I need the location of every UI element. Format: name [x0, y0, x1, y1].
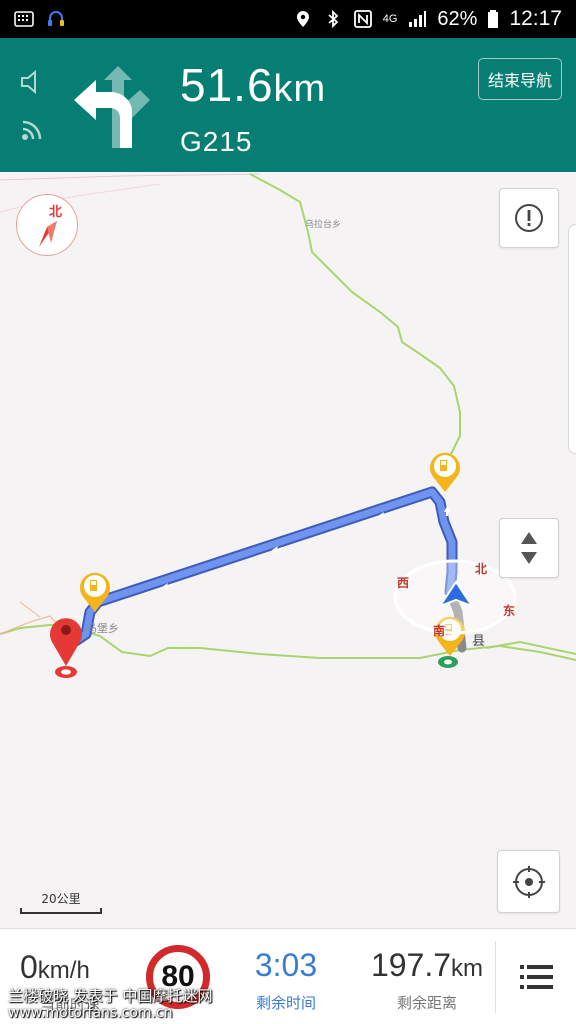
fuel-station-marker[interactable] — [80, 572, 111, 612]
watermark-line-1: 兰楼破晓 发表于 中国摩托迷网 — [8, 987, 213, 1005]
clock: 12:17 — [509, 7, 562, 30]
compass-north-label: 北 — [49, 205, 63, 220]
headset-icon — [48, 11, 64, 26]
destination-marker[interactable] — [50, 618, 83, 678]
compass-needle-icon — [39, 221, 57, 247]
zoom-toggle-button[interactable] — [499, 518, 559, 578]
locate-me-button[interactable] — [497, 850, 560, 913]
signal-icon — [409, 11, 427, 27]
remaining-distance: 197.7km 剩余距离 — [362, 929, 492, 1013]
ring-label-west: 西 — [397, 576, 410, 590]
remaining-distance-unit: km — [451, 955, 484, 982]
turn-left-arrow-icon — [74, 66, 150, 148]
road-north — [249, 173, 461, 461]
header-side-controls — [18, 68, 46, 164]
scale-label: 20公里 — [41, 892, 81, 906]
ring-label-north: 北 — [475, 562, 488, 576]
remaining-distance-value: 197.7 — [370, 947, 452, 983]
status-bar: 4G 62% 12:17 — [0, 0, 576, 38]
map-view[interactable]: 乌拉台乡 马堡乡 县 北 东 南 西 北 20公里 — [0, 172, 576, 928]
road-name: G215 — [180, 126, 253, 157]
keyboard-icon — [14, 11, 34, 27]
gps-signal-icon[interactable] — [18, 116, 46, 144]
side-panel-handle[interactable] — [568, 224, 576, 454]
remaining-time: 3:03 剩余时间 — [236, 929, 336, 1013]
battery-icon — [488, 10, 499, 28]
remaining-distance-label: 剩余距离 — [396, 994, 457, 1012]
nfc-icon — [353, 10, 372, 28]
distance-value: 51.6 — [180, 59, 274, 111]
route-line — [64, 488, 456, 650]
menu-icon[interactable] — [516, 959, 556, 995]
network-type: 4G — [382, 13, 398, 25]
ring-label-south: 南 — [433, 624, 446, 638]
traffic-alert-button[interactable] — [499, 188, 559, 248]
map-canvas — [0, 173, 576, 678]
speed-value: 0 — [20, 949, 38, 985]
end-navigation-button[interactable]: 结束导航 — [478, 58, 562, 100]
map-scale: 20公里 — [20, 890, 102, 914]
ring-label-east: 东 — [503, 604, 516, 618]
exclamation-icon — [515, 204, 543, 232]
distance-unit: km — [273, 68, 327, 110]
place-label-right: 县 — [472, 634, 486, 649]
expand-collapse-icon — [521, 532, 537, 564]
watermark-line-2: www.motorfans.com.cn — [8, 1005, 173, 1021]
battery-percent: 62% — [437, 7, 478, 30]
navigation-header: 51.6km G215 结束导航 — [0, 38, 576, 172]
bluetooth-icon — [328, 9, 339, 29]
compass-button[interactable]: 北 — [16, 194, 78, 256]
crosshair-icon — [512, 865, 545, 898]
speed-unit: km/h — [37, 957, 90, 984]
trip-info-panel: 0km/h 当前时速 80 3:03 剩余时间 197.7km 剩余距离 兰楼破… — [0, 928, 576, 1024]
remaining-time-label: 剩余时间 — [255, 994, 316, 1012]
location-icon — [296, 11, 309, 27]
remaining-time-value: 3:03 — [254, 947, 318, 983]
speaker-icon[interactable] — [18, 68, 46, 96]
fuel-station-marker[interactable] — [430, 452, 460, 492]
start-point-marker — [438, 656, 458, 668]
place-label-top: 乌拉台乡 — [305, 220, 342, 230]
panel-divider — [495, 941, 496, 1013]
place-label-left: 马堡乡 — [86, 622, 119, 635]
scale-bar — [20, 908, 102, 914]
next-turn-distance: 51.6km — [180, 58, 326, 112]
